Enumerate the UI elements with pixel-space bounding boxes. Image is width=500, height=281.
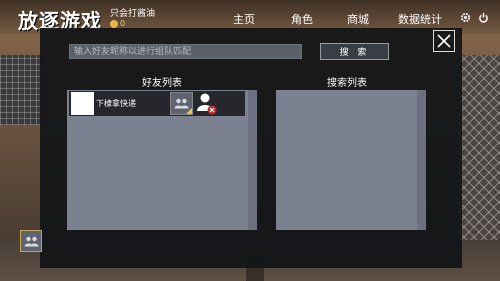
nav-shop[interactable]: 商城 bbox=[347, 11, 369, 27]
team-button[interactable] bbox=[20, 230, 42, 252]
nav-home[interactable]: 主页 bbox=[233, 11, 255, 27]
friend-name: 下棣拿快递 bbox=[96, 99, 136, 108]
power-icon[interactable] bbox=[478, 12, 489, 23]
search-button[interactable]: 搜 索 bbox=[320, 43, 389, 60]
coin-icon bbox=[110, 19, 118, 28]
background-fence-left bbox=[0, 55, 45, 125]
nav-stats[interactable]: 数据统计 bbox=[398, 11, 442, 27]
close-button[interactable] bbox=[433, 30, 455, 52]
friend-list-item[interactable]: 下棣拿快递 bbox=[69, 91, 245, 116]
nav-role[interactable]: 角色 bbox=[291, 11, 313, 27]
coin-balance: 0 bbox=[110, 19, 125, 28]
avatar bbox=[71, 92, 94, 115]
coin-count: 0 bbox=[120, 19, 126, 28]
close-icon bbox=[437, 34, 451, 48]
selected-corner-marker bbox=[186, 108, 192, 114]
gear-icon[interactable] bbox=[460, 12, 471, 23]
invite-team-button[interactable] bbox=[170, 92, 193, 115]
search-list-title: 搜索列表 bbox=[327, 78, 367, 89]
friend-search-input[interactable] bbox=[69, 44, 302, 59]
remove-friend-button[interactable] bbox=[195, 91, 219, 116]
friend-list-title: 好友列表 bbox=[142, 78, 182, 89]
search-results-scrollbar[interactable] bbox=[417, 90, 426, 230]
player-name: 只会打酱油 bbox=[110, 9, 156, 19]
search-results-panel bbox=[276, 90, 426, 230]
friend-list-scrollbar[interactable] bbox=[248, 90, 257, 230]
remove-friend-icon bbox=[197, 93, 217, 115]
team-icon bbox=[24, 236, 39, 247]
